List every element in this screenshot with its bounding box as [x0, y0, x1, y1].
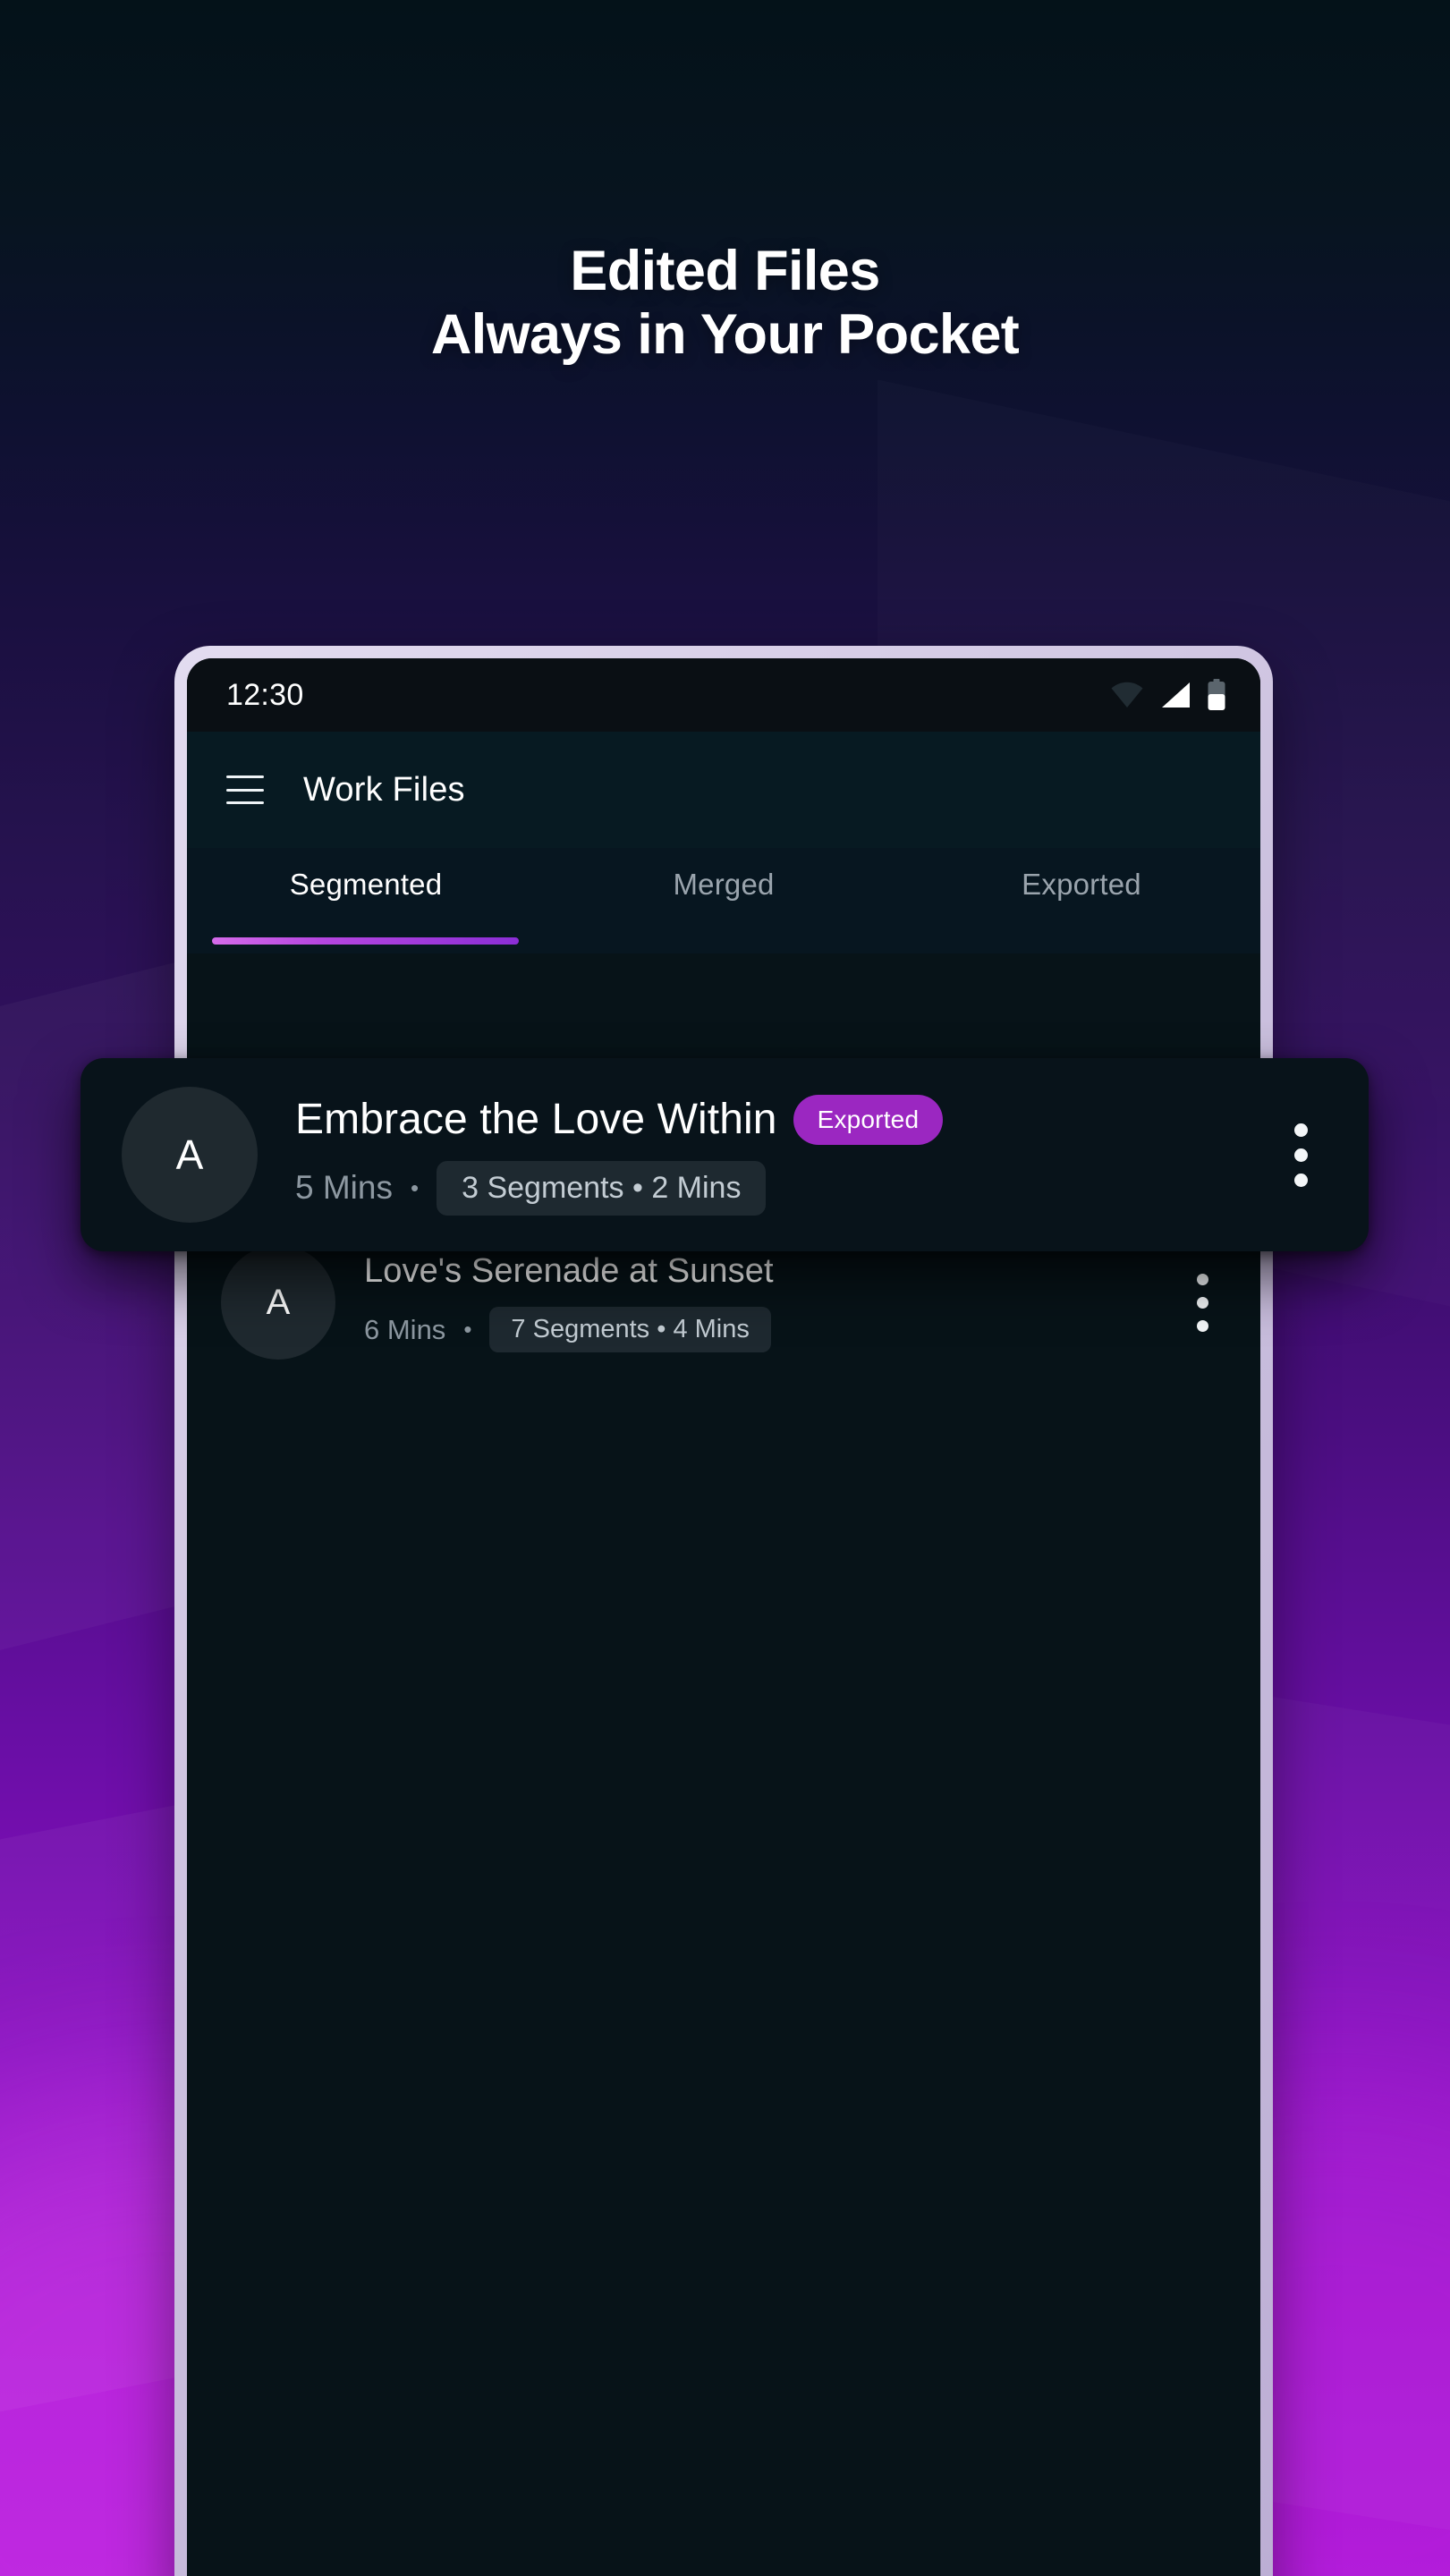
- list-item-title: Love's Serenade at Sunset: [364, 1252, 774, 1290]
- status-badge: Exported: [793, 1094, 944, 1145]
- duration-label: 6 Mins: [364, 1313, 446, 1345]
- featured-item-title-row: Embrace the Love Within Exported: [295, 1094, 1258, 1145]
- headline-line-1: Edited Files: [570, 240, 880, 302]
- kebab-dot-2: [1196, 1296, 1208, 1309]
- kebab-dot-3: [1196, 1319, 1208, 1332]
- tab-bar: Segmented Merged Exported: [187, 848, 1260, 953]
- status-bar-icons: [1110, 679, 1226, 711]
- hamburger-line-1: [226, 775, 264, 778]
- featured-item-title: Embrace the Love Within: [295, 1096, 777, 1143]
- more-vertical-icon[interactable]: [1268, 1114, 1333, 1196]
- avatar: A: [122, 1087, 258, 1223]
- tab-merged[interactable]: Merged: [545, 848, 903, 953]
- signal-icon: [1162, 682, 1190, 708]
- kebab-dot-2: [1293, 1148, 1308, 1162]
- active-tab-indicator: [212, 937, 520, 945]
- app-bar-title: Work Files: [303, 770, 465, 809]
- tab-exported[interactable]: Exported: [903, 848, 1260, 953]
- hamburger-menu-icon[interactable]: [226, 775, 264, 804]
- meta-separator: •: [410, 1174, 420, 1201]
- kebab-dot-1: [1293, 1123, 1308, 1137]
- list-item-meta-row: 6 Mins • 7 Segments • 4 Mins: [364, 1307, 1164, 1352]
- meta-separator: •: [463, 1316, 472, 1343]
- headline-line-2: Always in Your Pocket: [430, 303, 1020, 367]
- kebab-dot-1: [1196, 1273, 1208, 1285]
- promo-stage: Edited Files Always in Your Pocket 12:30: [0, 0, 1450, 2576]
- featured-list-item[interactable]: A Embrace the Love Within Exported 5 Min…: [81, 1058, 1369, 1251]
- battery-icon: [1208, 679, 1225, 710]
- promo-headline: Edited Files Always in Your Pocket: [0, 240, 1450, 367]
- hamburger-line-3: [226, 801, 264, 804]
- duration-label: 5 Mins: [295, 1169, 393, 1206]
- hamburger-line-2: [226, 788, 264, 792]
- featured-item-content: Embrace the Love Within Exported 5 Mins …: [258, 1094, 1268, 1216]
- featured-item-meta-row: 5 Mins • 3 Segments • 2 Mins: [295, 1160, 1258, 1216]
- phone-screen: 12:30 Work Files Segmented Merged Export…: [187, 658, 1260, 2576]
- wifi-icon: [1111, 682, 1143, 708]
- status-bar: 12:30: [187, 658, 1260, 732]
- kebab-dot-3: [1293, 1173, 1308, 1187]
- app-bar: Work Files: [187, 732, 1260, 848]
- avatar: A: [221, 1245, 335, 1360]
- phone-mockup: 12:30 Work Files Segmented Merged Export…: [174, 646, 1273, 2576]
- list-item-title-row: Love's Serenade at Sunset: [364, 1252, 1164, 1291]
- segments-chip: 3 Segments • 2 Mins: [437, 1160, 767, 1216]
- segments-chip: 7 Segments • 4 Mins: [489, 1307, 771, 1352]
- more-vertical-icon[interactable]: [1174, 1265, 1230, 1341]
- list-item-content: Love's Serenade at Sunset 6 Mins • 7 Seg…: [335, 1252, 1174, 1352]
- status-bar-clock: 12:30: [226, 677, 304, 712]
